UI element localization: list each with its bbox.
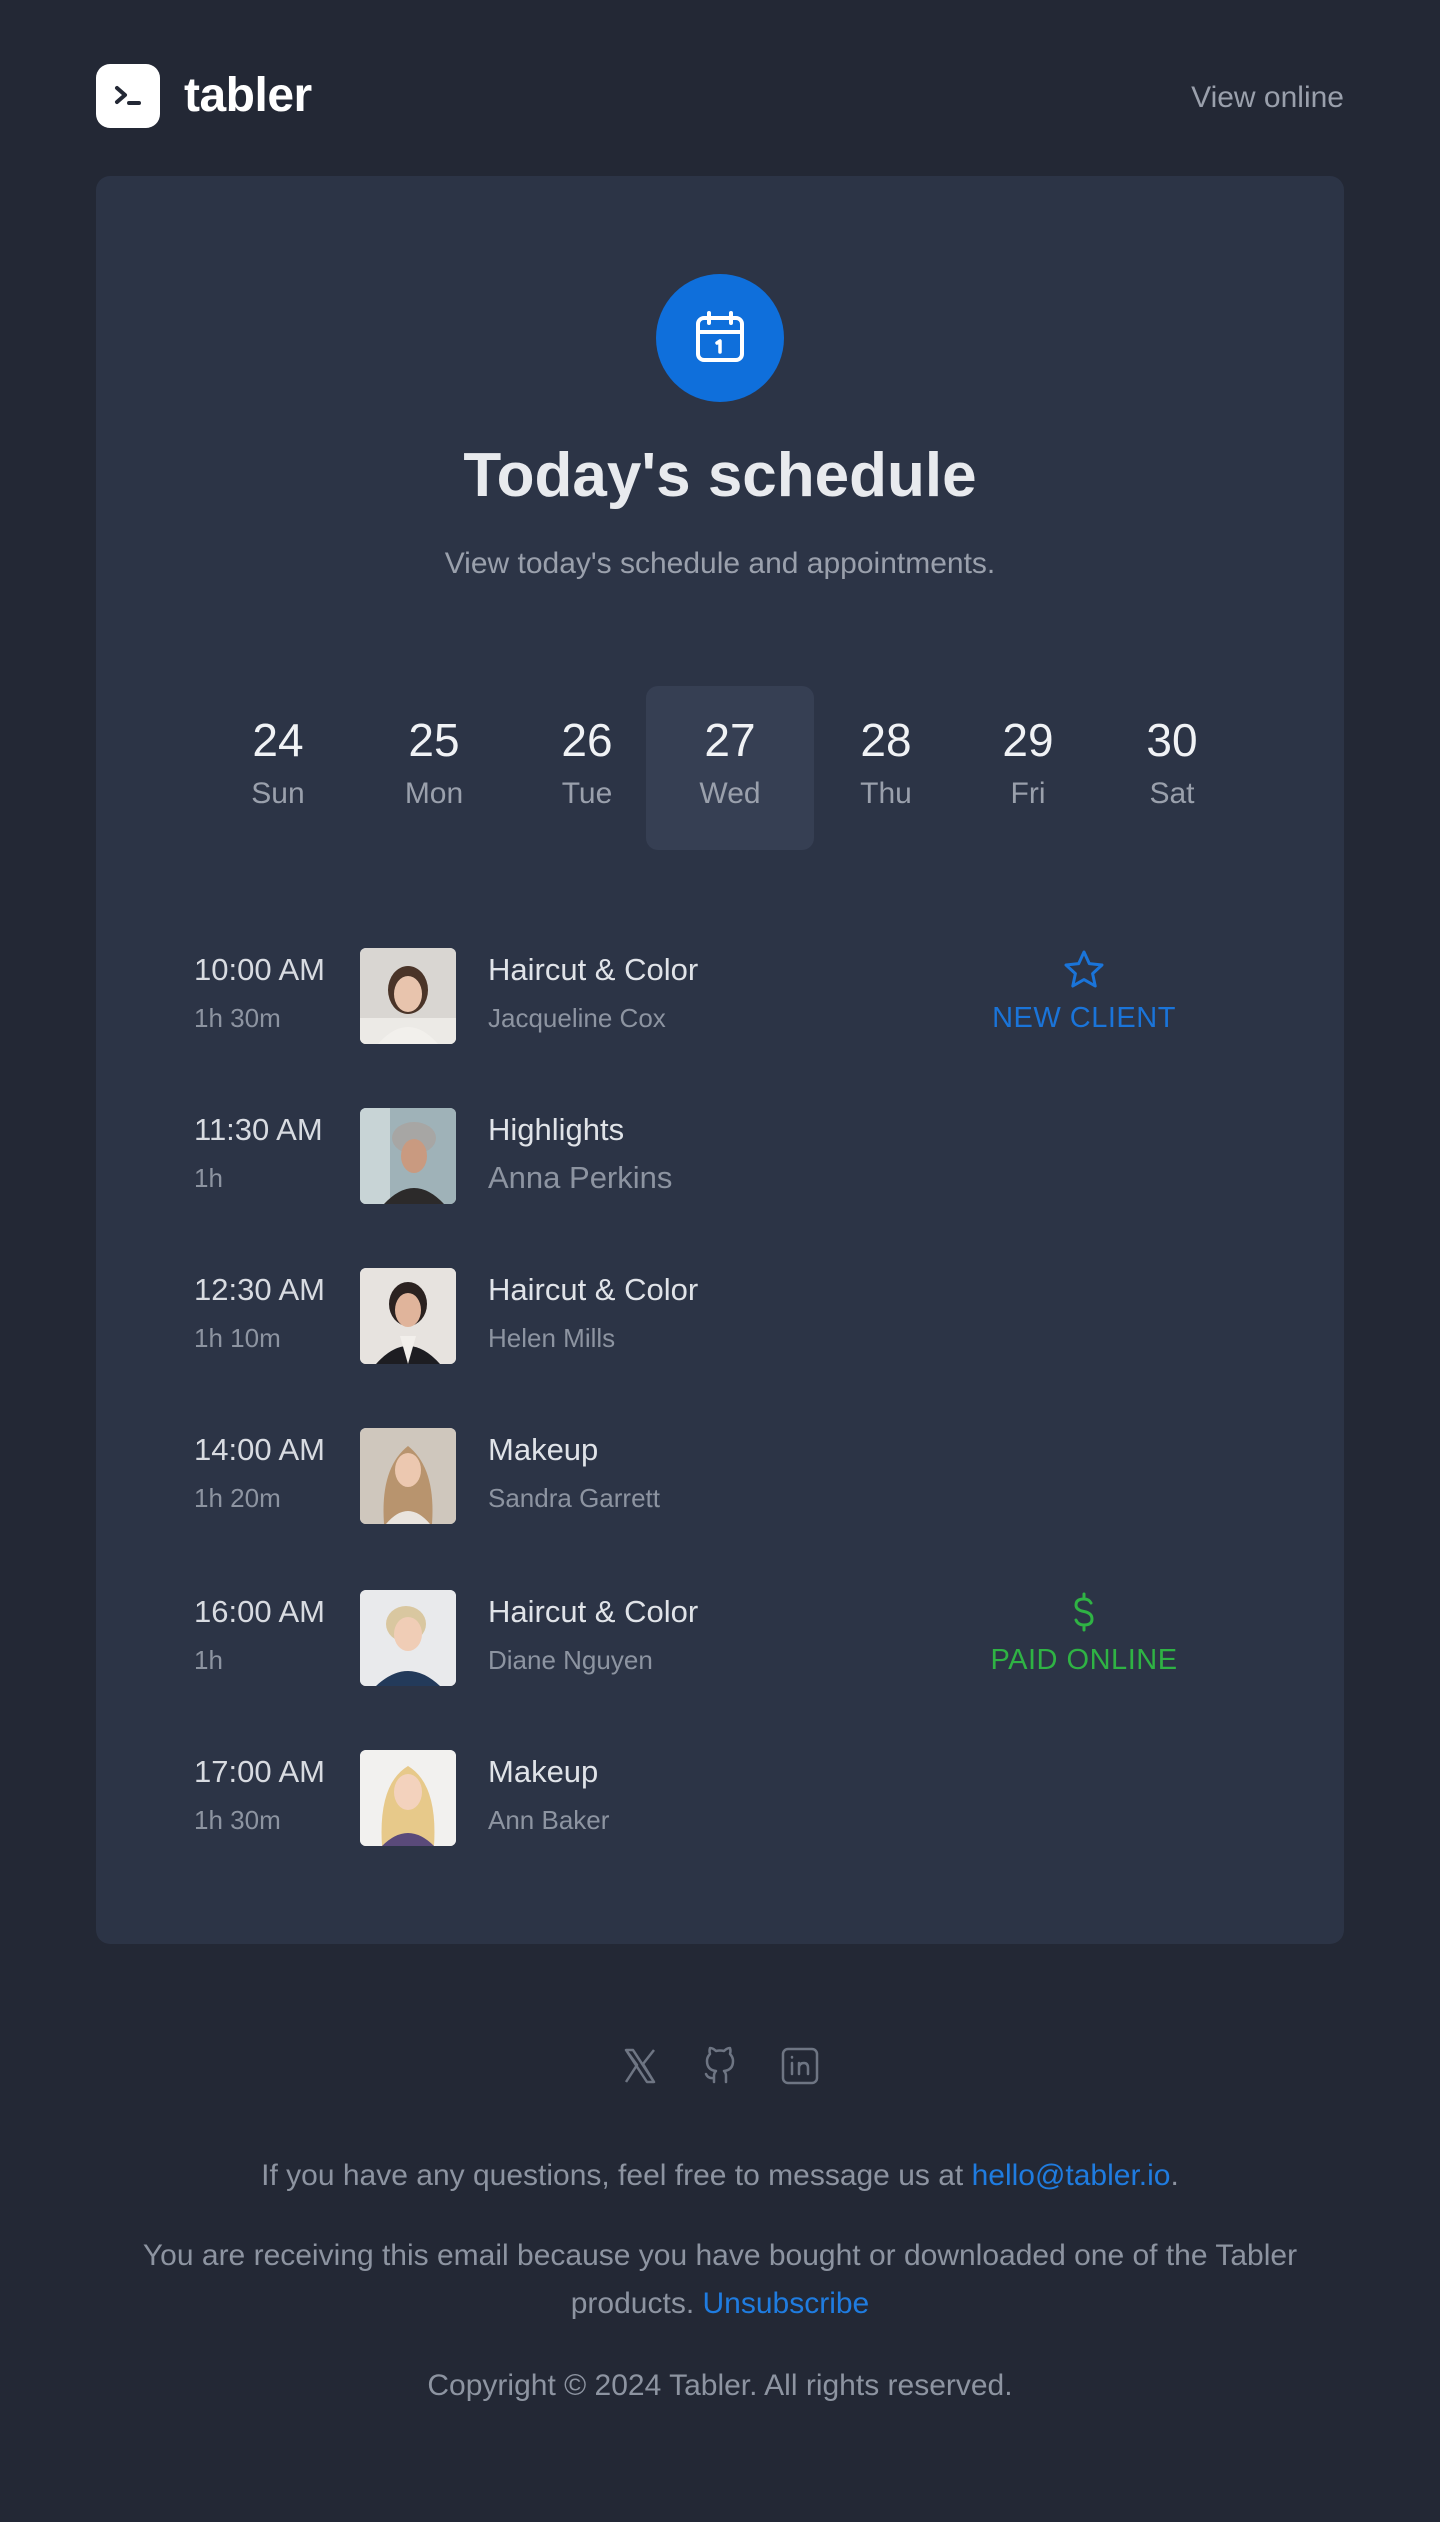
social-links [0,2044,1440,2088]
day-picker: 24 Sun 25 Mon 26 Tue 27 Wed 28 Thu 29 Fr… [96,686,1344,850]
x-icon[interactable] [618,2044,662,2088]
github-icon[interactable] [698,2044,742,2088]
calendar-icon [696,311,744,362]
appointment-service: Makeup [488,1754,599,1789]
view-online-link[interactable]: View online [1191,80,1344,116]
day-27-selected[interactable]: 27 Wed [646,686,814,850]
page-title: Today's schedule [463,441,977,510]
brand-name[interactable]: tabler [184,68,312,124]
appointment-time: 10:00 AM [194,952,325,987]
appointment-client: Ann Baker [488,1805,610,1835]
schedule-card: Today's schedule View today's schedule a… [96,176,1344,1944]
dollar-icon [1074,1592,1094,1632]
avatar [360,948,456,1044]
day-of-week: Mon [404,777,464,810]
tag-label: NEW CLIENT [992,1002,1176,1034]
day-29[interactable]: 29 Fri [944,686,1112,850]
day-number: 30 [1146,714,1198,766]
linkedin-icon[interactable] [778,2044,822,2088]
appointment-row[interactable]: 12:30 AM 1h 10m Haircut & Color Helen Mi… [194,1268,1244,1364]
appointment-duration: 1h [194,1645,223,1675]
day-number: 24 [252,714,304,766]
appointment-time: 11:30 AM [194,1112,323,1147]
appointment-row[interactable]: 16:00 AM 1h Haircut & Color Diane Nguyen… [194,1590,1244,1686]
day-of-week: Wed [699,777,761,810]
day-25[interactable]: 25 Mon [350,686,518,850]
tag-label: PAID ONLINE [990,1644,1178,1676]
star-icon [1064,950,1104,988]
appointment-client: Diane Nguyen [488,1645,653,1675]
receiving-notice: You are receiving this email because you… [0,2232,1440,2328]
appointment-row[interactable]: 17:00 AM 1h 30m Makeup Ann Baker [194,1750,1244,1846]
contact-period: . [1170,2159,1179,2192]
tabler-logo-icon[interactable] [96,64,160,128]
appointment-time: 14:00 AM [194,1432,325,1467]
email-link[interactable]: hello@tabler.io [972,2159,1171,2192]
appointment-duration: 1h 30m [194,1805,281,1835]
day-30[interactable]: 30 Sat [1088,686,1256,850]
unsubscribe-link[interactable]: Unsubscribe [703,2287,870,2320]
receiving-text-line2: products. [570,2287,695,2320]
paid-online-tag: PAID ONLINE [954,1590,1214,1686]
calendar-badge [656,274,784,402]
contact-line: If you have any questions, feel free to … [0,2152,1440,2200]
avatar [360,1268,456,1364]
day-number: 27 [704,714,756,766]
day-number: 29 [1002,714,1054,766]
appointment-service: Haircut & Color [488,952,699,987]
appointment-service: Haircut & Color [488,1272,699,1307]
appointment-service: Haircut & Color [488,1594,699,1629]
appointment-service: Highlights [488,1112,625,1147]
appointment-duration: 1h [194,1163,223,1193]
new-client-tag: NEW CLIENT [954,948,1214,1044]
appointment-row[interactable]: 14:00 AM 1h 20m Makeup Sandra Garrett [194,1428,1244,1524]
appointment-time: 12:30 AM [194,1272,325,1307]
day-of-week: Fri [1010,777,1046,810]
day-of-week: Sat [1149,777,1195,810]
day-of-week: Sun [251,777,305,810]
appointment-row[interactable]: 11:30 AM 1h Highlights Anna Perkins [194,1108,1244,1204]
day-number: 25 [408,714,460,766]
appointment-service: Makeup [488,1432,599,1467]
avatar [360,1590,456,1686]
day-24[interactable]: 24 Sun [194,686,362,850]
appointment-duration: 1h 20m [194,1483,281,1513]
appointment-client: Sandra Garrett [488,1483,660,1513]
avatar [360,1428,456,1524]
appointment-row[interactable]: 10:00 AM 1h 30m Haircut & Color Jacqueli… [194,948,1244,1044]
avatar [360,1108,456,1204]
appointment-time: 17:00 AM [194,1754,325,1789]
receiving-text-line1: You are receiving this email because you… [142,2239,1298,2272]
appointment-time: 16:00 AM [194,1594,325,1629]
contact-text: If you have any questions, feel free to … [261,2159,972,2192]
email-header: tabler View online [96,64,1344,128]
appointment-client: Helen Mills [488,1323,616,1353]
copyright: Copyright © 2024 Tabler. All rights rese… [427,2369,1013,2402]
appointment-client: Jacqueline Cox [488,1003,666,1033]
appointment-duration: 1h 30m [194,1003,281,1033]
appointment-client: Anna Perkins [488,1160,673,1195]
page-subtitle: View today's schedule and appointments. [444,547,996,580]
avatar [360,1750,456,1846]
appointment-duration: 1h 10m [194,1323,281,1353]
